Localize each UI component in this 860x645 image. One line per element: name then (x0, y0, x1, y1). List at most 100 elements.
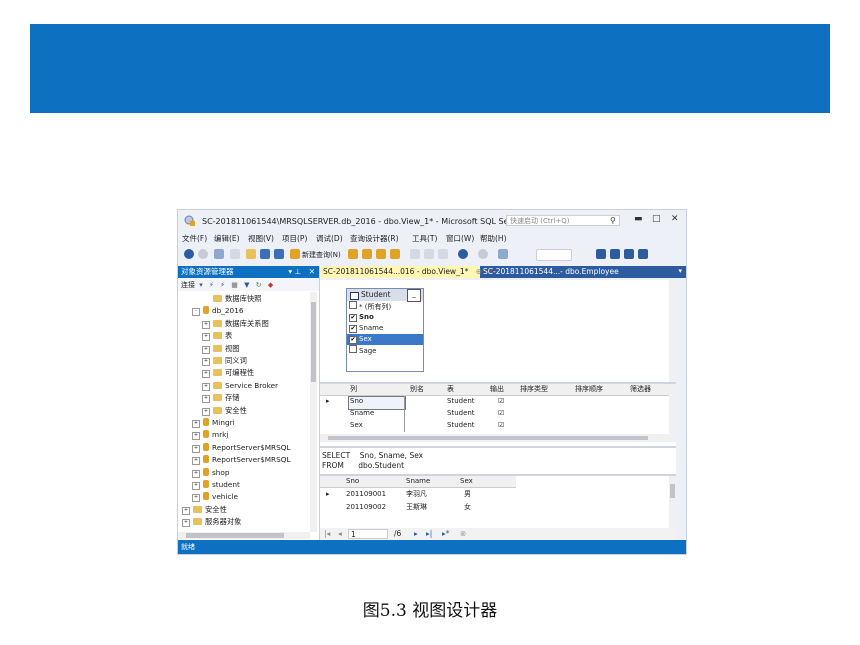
menu-window[interactable]: 窗口(W) (446, 233, 474, 244)
expand-icon[interactable]: + (202, 333, 210, 342)
expand-icon[interactable]: + (182, 519, 190, 528)
tree-node[interactable]: + 安全性 (202, 405, 247, 416)
tab-employee[interactable]: SC-201811061544...- dbo.Employee (483, 266, 619, 278)
disconnect-icon[interactable]: ⚡ (220, 281, 225, 289)
criteria-row-col[interactable]: Sex (350, 420, 363, 431)
show-diagram-icon[interactable] (596, 249, 606, 259)
expand-icon[interactable]: + (192, 432, 200, 441)
refresh-icon[interactable]: ↻ (256, 281, 262, 289)
prev-record-icon[interactable]: ◂ (338, 529, 342, 538)
forward-icon[interactable] (198, 249, 208, 259)
filter-icon[interactable]: ▼ (244, 281, 249, 289)
stop-record-icon[interactable]: ⊗ (460, 529, 466, 538)
new-query-button[interactable]: 新建查询(N) (302, 250, 341, 260)
tree-node[interactable]: + ReportServer$MRSQL (192, 454, 291, 466)
column-checkbox[interactable]: ✔ (349, 336, 357, 344)
expand-icon[interactable]: + (182, 506, 190, 515)
tree-node[interactable]: + Service Broker (202, 380, 278, 391)
menu-project[interactable]: 项目(P) (282, 233, 307, 244)
expand-icon[interactable]: + (192, 444, 200, 453)
new-file-icon[interactable] (230, 249, 240, 259)
criteria-row-output-checkbox[interactable]: ☑ (498, 420, 504, 431)
tree-node[interactable]: + vehicle (192, 491, 238, 503)
save-all-icon[interactable] (274, 249, 284, 259)
tree-node[interactable]: - db_2016 (192, 305, 243, 317)
column-checkbox[interactable]: ✔ (349, 314, 357, 322)
cut-icon[interactable] (410, 249, 420, 259)
results-vscroll-thumb[interactable] (670, 484, 675, 498)
connect-icon[interactable]: ⚡ (209, 281, 214, 289)
column-row[interactable]: * (所有列) (347, 301, 423, 312)
criteria-hscrollbar[interactable] (320, 434, 669, 442)
connect-button[interactable]: 连接 (181, 281, 195, 289)
criteria-row-col[interactable]: Sno (350, 396, 363, 407)
copy-icon[interactable] (424, 249, 434, 259)
column-row[interactable]: ✔ Sex (347, 334, 423, 345)
expand-icon[interactable]: + (202, 382, 210, 391)
criteria-hscroll-thumb[interactable] (328, 436, 648, 440)
sql-pane[interactable]: SELECT Sno, Sname, Sex FROM dbo.Student (320, 448, 676, 474)
result-cell-sno[interactable]: 201109002 (346, 502, 386, 513)
student-table-box[interactable]: Student _ * (所有列) ✔ Sno ✔ Sname ✔ Sex Sage (346, 288, 424, 372)
column-row[interactable]: ✔ Sname (347, 323, 423, 334)
expand-icon[interactable]: + (192, 494, 200, 503)
activity-monitor-icon[interactable]: ◆ (268, 281, 273, 289)
stop-icon[interactable]: ■ (231, 281, 238, 289)
db-query-icon-1[interactable] (348, 249, 358, 259)
db-query-icon-2[interactable] (362, 249, 372, 259)
criteria-row-output-checkbox[interactable]: ☑ (498, 408, 504, 419)
solution-config-select[interactable] (536, 249, 572, 261)
chart-icon[interactable] (498, 249, 508, 259)
tree-node[interactable]: 数据库快照 (202, 293, 261, 304)
db-query-icon-3[interactable] (376, 249, 386, 259)
close-panel-icon[interactable]: ✕ (309, 266, 315, 278)
show-grid-icon[interactable] (610, 249, 620, 259)
tab-view1[interactable]: SC-201811061544...016 - dbo.View_1* ⊕ ✕ (320, 266, 494, 278)
tree-node[interactable]: + 表 (202, 330, 232, 342)
criteria-row-output-checkbox[interactable]: ☑ (498, 396, 504, 407)
criteria-vscrollbar[interactable] (669, 384, 676, 442)
paste-icon[interactable] (438, 249, 448, 259)
tree-node[interactable]: + 存储 (202, 392, 240, 404)
tree-node[interactable]: + 安全性 (182, 504, 227, 515)
new-record-icon[interactable]: ▸* (442, 529, 450, 538)
result-cell-sex[interactable]: 男 (464, 489, 471, 500)
tree-node[interactable]: + ReportServer$MRSQL (192, 442, 291, 453)
tree-node[interactable]: + Mingri (192, 417, 235, 428)
expand-icon[interactable]: + (202, 407, 210, 416)
maximize-button[interactable]: □ (652, 214, 661, 224)
expand-icon[interactable]: + (202, 345, 210, 354)
show-results-icon[interactable] (638, 249, 648, 259)
menu-tools[interactable]: 工具(T) (412, 233, 437, 244)
result-cell-sno[interactable]: 201109001 (346, 489, 386, 500)
menu-file[interactable]: 文件(F) (182, 233, 207, 244)
tree-node[interactable]: + student (192, 479, 240, 490)
result-cell-sname[interactable]: 王斯琳 (406, 502, 427, 513)
criteria-row-table[interactable]: Student (447, 396, 475, 407)
close-button[interactable]: ✕ (671, 214, 679, 224)
new-project-icon[interactable] (214, 249, 224, 259)
undo-icon[interactable] (458, 249, 468, 259)
first-record-icon[interactable]: |◂ (324, 529, 330, 538)
diagram-scrollbar[interactable] (669, 280, 676, 382)
expand-icon[interactable]: + (202, 358, 210, 366)
explorer-hscrollbar[interactable] (178, 532, 310, 539)
redo-icon[interactable] (478, 249, 488, 259)
db-query-icon-4[interactable] (390, 249, 400, 259)
expand-icon[interactable]: + (202, 395, 210, 404)
expand-icon[interactable]: + (202, 370, 210, 379)
quick-launch-input[interactable]: 快速启动 (Ctrl+Q) (506, 215, 620, 226)
menu-debug[interactable]: 调试(D) (316, 233, 343, 244)
criteria-row-col[interactable]: Sname (350, 408, 374, 419)
tree-node[interactable]: + mrkj (192, 429, 228, 441)
tree-node[interactable]: + 同义词 (202, 355, 247, 366)
collapse-icon[interactable]: - (192, 308, 200, 317)
tab-list-icon[interactable]: ▾ (678, 267, 682, 275)
search-icon[interactable]: ⚲ (610, 216, 616, 225)
expand-icon[interactable]: + (202, 320, 210, 329)
criteria-row-table[interactable]: Student (447, 408, 475, 419)
minimize-button[interactable]: ▬ (634, 214, 643, 224)
expand-icon[interactable]: + (192, 469, 200, 478)
result-cell-sex[interactable]: 女 (464, 502, 471, 513)
explorer-hscroll-thumb[interactable] (186, 533, 284, 538)
